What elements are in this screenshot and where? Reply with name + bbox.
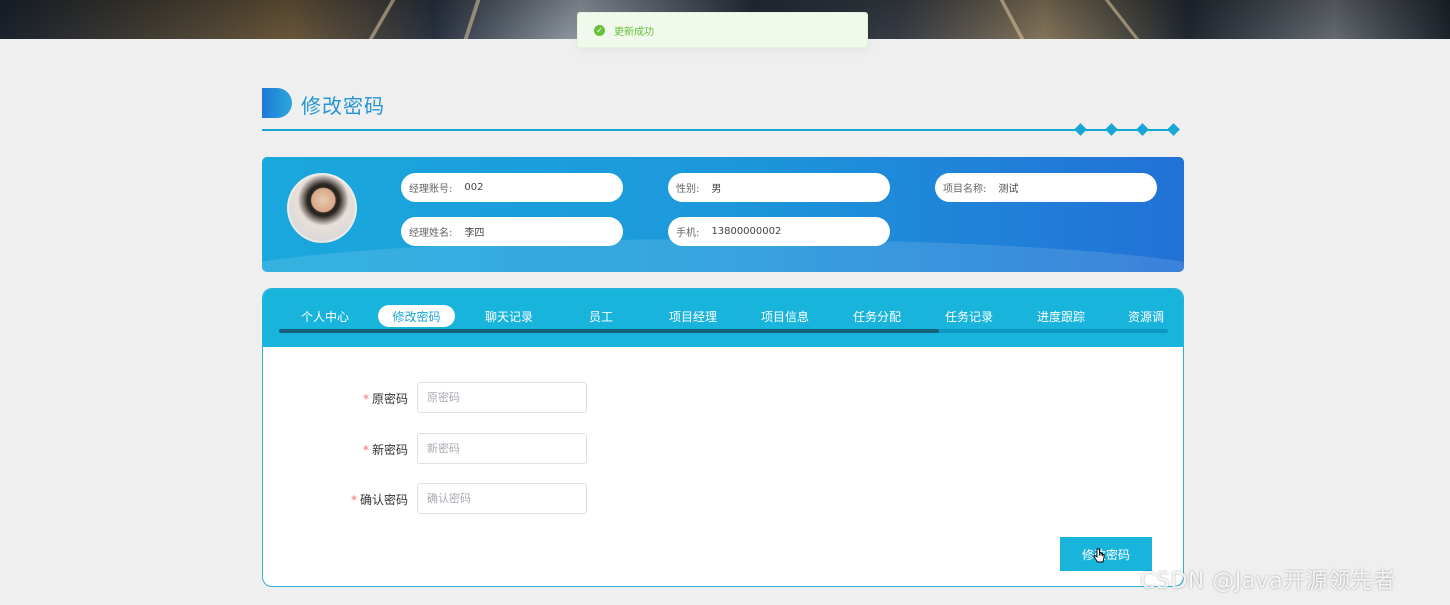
tab-change-password[interactable]: 修改密码 <box>378 305 455 327</box>
watermark: CSDN @Java开源领先者 <box>1140 569 1396 594</box>
banner-rail <box>1104 0 1140 39</box>
profile-field-phone: 手机: 13800000002 <box>668 217 890 246</box>
tab-employees[interactable]: 员工 <box>563 305 639 327</box>
success-toast: ✓ 更新成功 <box>577 12 868 48</box>
old-password-input[interactable] <box>417 382 587 413</box>
profile-field-gender: 性别: 男 <box>668 173 890 202</box>
new-password-row: * 新密码 <box>263 433 863 465</box>
change-password-button[interactable]: 修改密码 <box>1060 537 1152 571</box>
field-label: 经理账号: <box>409 184 453 195</box>
tab-resource[interactable]: 资源调 <box>1115 305 1171 327</box>
new-password-label: * 新密码 <box>363 441 408 458</box>
label-text: 原密码 <box>371 392 408 406</box>
content-panel: 个人中心 修改密码 聊天记录 员工 项目经理 项目信息 任务分配 任务记录 进度… <box>262 288 1184 587</box>
old-password-row: * 原密码 <box>263 382 863 414</box>
tab-chat-records[interactable]: 聊天记录 <box>471 305 547 327</box>
label-text: 新密码 <box>371 443 408 457</box>
title-divider <box>262 129 1172 131</box>
field-value: 男 <box>711 184 722 195</box>
title-decoration-icon <box>262 88 292 118</box>
field-value: 测试 <box>998 184 1019 195</box>
tab-task-assignment[interactable]: 任务分配 <box>839 305 915 327</box>
tab-personal-center[interactable]: 个人中心 <box>287 305 363 327</box>
banner-rail <box>368 0 396 39</box>
tab-project-managers[interactable]: 项目经理 <box>655 305 731 327</box>
required-mark: * <box>362 392 369 406</box>
label-text: 确认密码 <box>359 493 408 507</box>
page-title-section: 修改密码 <box>262 86 1184 136</box>
profile-card: 经理账号: 002 性别: 男 项目名称: 测试 经理姓名: 李四 手机: 13… <box>262 157 1184 272</box>
field-value: 002 <box>464 182 484 193</box>
field-label: 经理姓名: <box>409 228 453 239</box>
toast-message: 更新成功 <box>614 26 654 38</box>
profile-field-project: 项目名称: 测试 <box>935 173 1157 202</box>
hand-cursor-icon <box>1093 548 1105 563</box>
required-mark: * <box>350 493 357 507</box>
tab-task-records[interactable]: 任务记录 <box>931 305 1007 327</box>
profile-field-name: 经理姓名: 李四 <box>401 217 623 246</box>
diamond-decoration <box>1074 123 1087 136</box>
tab-project-info[interactable]: 项目信息 <box>747 305 823 327</box>
tab-scrollbar-thumb[interactable] <box>279 329 939 333</box>
tab-bar: 个人中心 修改密码 聊天记录 员工 项目经理 项目信息 任务分配 任务记录 进度… <box>263 289 1183 347</box>
confirm-password-label: * 确认密码 <box>351 491 408 508</box>
new-password-input[interactable] <box>417 433 587 464</box>
avatar <box>287 173 357 243</box>
required-mark: * <box>362 443 369 457</box>
diamond-decoration <box>1167 123 1180 136</box>
field-value: 13800000002 <box>711 226 782 237</box>
check-circle-icon: ✓ <box>594 24 605 36</box>
confirm-password-input[interactable] <box>417 483 587 514</box>
field-value: 李四 <box>464 228 485 239</box>
diamond-decoration <box>1105 123 1118 136</box>
page-title: 修改密码 <box>301 94 385 118</box>
confirm-password-row: * 确认密码 <box>263 483 863 515</box>
tab-progress-tracking[interactable]: 进度跟踪 <box>1023 305 1099 327</box>
field-label: 性别: <box>676 184 700 195</box>
diamond-decoration <box>1136 123 1149 136</box>
banner-rail <box>999 0 1025 39</box>
banner-rail <box>463 0 481 39</box>
field-label: 手机: <box>676 228 700 239</box>
profile-field-account: 经理账号: 002 <box>401 173 623 202</box>
field-label: 项目名称: <box>943 184 987 195</box>
old-password-label: * 原密码 <box>363 390 408 407</box>
